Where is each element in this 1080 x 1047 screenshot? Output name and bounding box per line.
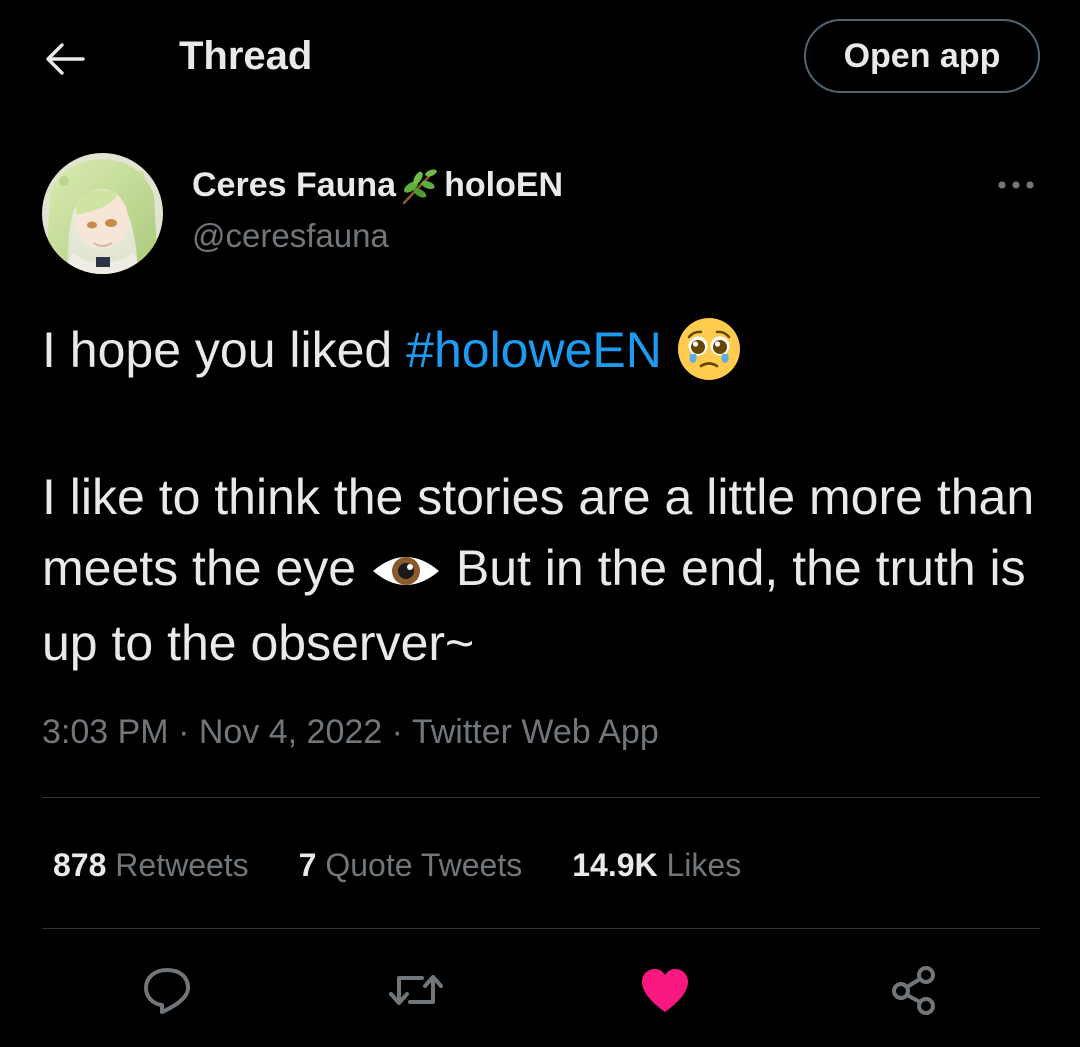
tweet-paragraph-2: I like to think the stories are a little…: [42, 462, 1052, 678]
user-handle[interactable]: @ceresfauna: [192, 214, 389, 258]
eye-emoji: [370, 537, 442, 608]
retweet-button[interactable]: [386, 960, 446, 1020]
back-button[interactable]: [36, 30, 94, 88]
divider: [42, 797, 1040, 798]
quote-tweets-label: Quote Tweets: [325, 847, 523, 883]
display-name-part2: holoEN: [444, 166, 564, 204]
retweets-count: 878: [53, 847, 107, 883]
retweets-stat[interactable]: 878 Retweets: [53, 841, 249, 889]
tweet-date[interactable]: Nov 4, 2022: [199, 713, 382, 751]
tweet-time[interactable]: 3:03 PM: [42, 713, 169, 751]
arrow-left-icon: [46, 43, 85, 75]
reply-button[interactable]: [137, 960, 197, 1020]
pleading-face-emoji: [676, 316, 742, 391]
retweets-label: Retweets: [115, 847, 249, 883]
tweet-source[interactable]: Twitter Web App: [412, 713, 659, 751]
tweet-paragraph-1: I hope you liked #holoweEN: [42, 315, 1052, 391]
display-name-part1: Ceres Fauna: [192, 166, 397, 204]
tweet-text-part: I hope you liked: [42, 322, 407, 378]
more-horizontal-icon: [998, 181, 1034, 189]
herb-sprig-icon: [398, 165, 442, 205]
meta-separator: ·: [382, 713, 412, 751]
tweet-meta: 3:03 PM · Nov 4, 2022 · Twitter Web App: [42, 708, 659, 756]
more-button[interactable]: [992, 170, 1040, 200]
page-title: Thread: [179, 34, 313, 78]
likes-stat[interactable]: 14.9K Likes: [572, 841, 741, 889]
share-icon: [892, 966, 935, 1015]
meta-separator: ·: [168, 713, 199, 751]
display-name[interactable]: Ceres Fauna holoEN: [192, 163, 563, 207]
quote-tweets-stat[interactable]: 7 Quote Tweets: [299, 841, 523, 889]
avatar[interactable]: [42, 153, 163, 274]
likes-label: Likes: [666, 847, 742, 883]
share-button[interactable]: [884, 960, 944, 1020]
tweet-text: I hope you liked #holoweEN I like to thi…: [42, 315, 1052, 679]
tweet-stats: 878 Retweets 7 Quote Tweets 14.9K Likes: [53, 841, 791, 889]
like-button[interactable]: [635, 960, 695, 1020]
hashtag-link[interactable]: #holoweEN: [406, 322, 662, 378]
heart-icon: [642, 969, 688, 1012]
retweet-icon: [389, 975, 443, 1005]
likes-count: 14.9K: [572, 847, 658, 883]
quote-tweets-count: 7: [298, 847, 317, 883]
reply-icon: [144, 968, 190, 1014]
open-app-button[interactable]: Open app: [804, 19, 1040, 93]
divider: [42, 928, 1040, 929]
